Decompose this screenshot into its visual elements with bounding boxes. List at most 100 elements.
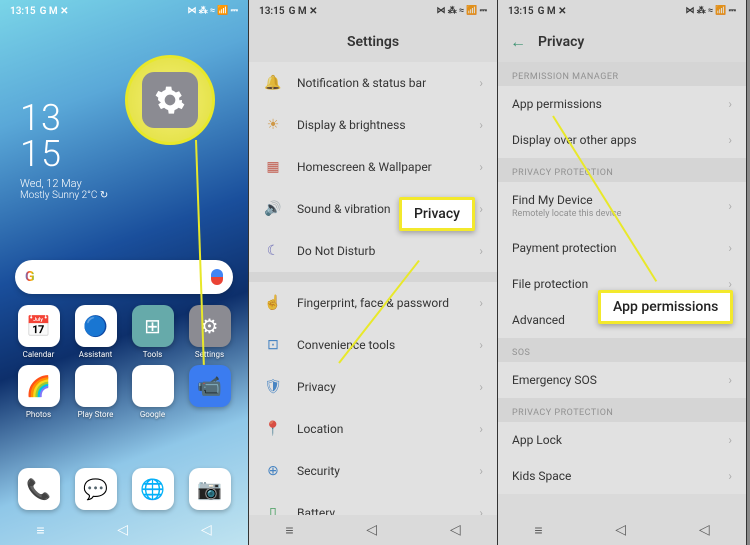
nav-recent-icon[interactable]: ≡ — [285, 522, 293, 539]
privacy-row[interactable]: Emergency SOS › — [498, 362, 746, 398]
app-label: Photos — [26, 410, 51, 419]
app-google[interactable]: G Google — [124, 365, 181, 419]
chevron-right-icon: › — [479, 160, 483, 174]
status-bar: 13:15 G M ✕ ⋈ ⁂ ≈ 📶 ⎓ — [0, 0, 248, 22]
row-label: Fingerprint, face & password — [297, 296, 449, 310]
app-item[interactable]: 📹 — [181, 365, 238, 419]
row-icon: ⊕ — [263, 461, 283, 481]
clock-weather: Mostly Sunny 2°C ↻ — [20, 191, 108, 201]
mic-icon[interactable] — [211, 269, 223, 285]
nav-recent-icon[interactable]: ≡ — [534, 522, 542, 539]
settings-highlight-circle — [125, 55, 215, 145]
row-label: Payment protection — [512, 241, 616, 255]
settings-row[interactable]: ⊡ Convenience tools › — [249, 324, 497, 366]
dock-item[interactable]: 🌐 — [124, 468, 181, 510]
chevron-right-icon: › — [479, 380, 483, 394]
settings-row[interactable]: 🔔 Notification & status bar › — [249, 62, 497, 104]
row-label: Notification & status bar — [297, 76, 426, 90]
chevron-right-icon: › — [479, 464, 483, 478]
settings-list[interactable]: 🔔 Notification & status bar ›☀ Display &… — [249, 62, 497, 515]
section-header: PERMISSION MANAGER — [498, 62, 746, 86]
chevron-right-icon: › — [728, 433, 732, 447]
settings-row[interactable]: 📍 Location › — [249, 408, 497, 450]
privacy-row[interactable]: App permissions › — [498, 86, 746, 122]
back-arrow-icon[interactable]: ← — [510, 32, 526, 52]
app-assistant[interactable]: 🔵 Assistant — [67, 305, 124, 359]
app-settings[interactable]: ⚙ Settings — [181, 305, 238, 359]
chevron-right-icon: › — [728, 199, 732, 213]
settings-row[interactable]: ⊕ Security › — [249, 450, 497, 492]
privacy-header: ← Privacy — [498, 22, 746, 62]
nav-back-icon[interactable]: ◁ — [699, 522, 710, 538]
nav-bar: ≡ ◁ ◁ — [0, 515, 248, 545]
status-icons-left: G M ✕ — [538, 6, 567, 17]
nav-home-icon[interactable]: ◁ — [615, 522, 626, 538]
privacy-row[interactable]: Payment protection › — [498, 230, 746, 266]
row-label: Location — [297, 422, 343, 436]
row-label: Emergency SOS — [512, 373, 597, 387]
app-label: Assistant — [79, 350, 113, 359]
app-tools[interactable]: ⊞ Tools — [124, 305, 181, 359]
dock-item[interactable]: 📷 — [181, 468, 238, 510]
privacy-row[interactable]: App Lock › — [498, 422, 746, 458]
settings-row[interactable]: ▯ Battery › — [249, 492, 497, 515]
settings-row[interactable]: ☾ Do Not Disturb › — [249, 230, 497, 272]
section-header: PRIVACY PROTECTION — [498, 398, 746, 422]
row-icon: 🔔 — [263, 73, 283, 93]
app-permissions-highlight-label: App permissions — [613, 299, 718, 315]
privacy-title: Privacy — [538, 34, 584, 50]
app-photos[interactable]: 🌈 Photos — [10, 365, 67, 419]
settings-row[interactable]: 🛡 Privacy › — [249, 366, 497, 408]
app-play store[interactable]: ▶ Play Store — [67, 365, 124, 419]
nav-recent-icon[interactable]: ≡ — [36, 522, 44, 539]
nav-home-icon[interactable]: ◁ — [366, 522, 377, 538]
nav-back-icon[interactable]: ◁ — [450, 522, 461, 538]
settings-row[interactable]: ▦ Homescreen & Wallpaper › — [249, 146, 497, 188]
chevron-right-icon: › — [728, 277, 732, 291]
app-label: Calendar — [23, 350, 55, 359]
row-icon: 🛡 — [263, 377, 283, 397]
status-icons-right: ⋈ ⁂ ≈ 📶 ⎓ — [436, 6, 487, 16]
clock-hour: 13 — [20, 100, 108, 136]
nav-home-icon[interactable]: ◁ — [117, 522, 128, 538]
settings-title: Settings — [347, 34, 399, 50]
chevron-right-icon: › — [479, 244, 483, 258]
row-label: Display & brightness — [297, 118, 406, 132]
row-label: Security — [297, 464, 340, 478]
nav-back-icon[interactable]: ◁ — [201, 522, 212, 538]
privacy-row[interactable]: Display over other apps › — [498, 122, 746, 158]
status-icons-left: G M ✕ — [289, 6, 318, 17]
privacy-row[interactable]: Find My DeviceRemotely locate this devic… — [498, 182, 746, 230]
app-tile: ⊞ — [132, 305, 174, 347]
google-logo-icon: G — [25, 269, 35, 285]
row-label: Kids Space — [512, 469, 571, 483]
row-label: Homescreen & Wallpaper — [297, 160, 432, 174]
app-label: Play Store — [78, 410, 114, 419]
dock: 📞💬🌐📷 — [10, 468, 238, 510]
status-time: 13:15 — [259, 6, 285, 17]
app-tile: ▶ — [75, 365, 117, 407]
chevron-right-icon: › — [479, 118, 483, 132]
app-label: Tools — [143, 350, 163, 359]
app-tile: 🔵 — [75, 305, 117, 347]
dock-item[interactable]: 📞 — [10, 468, 67, 510]
nav-bar: ≡ ◁ ◁ — [249, 515, 497, 545]
section-header: PRIVACY PROTECTION — [498, 158, 746, 182]
row-label: Convenience tools — [297, 338, 395, 352]
app-calendar[interactable]: 📅 Calendar — [10, 305, 67, 359]
settings-row[interactable]: ☀ Display & brightness › — [249, 104, 497, 146]
row-label: Privacy — [297, 380, 336, 394]
row-icon: 📍 — [263, 419, 283, 439]
row-icon: ▯ — [263, 503, 283, 515]
clock-widget[interactable]: 13 15 Wed, 12 May Mostly Sunny 2°C ↻ — [20, 100, 108, 201]
privacy-list[interactable]: PERMISSION MANAGERApp permissions ›Displ… — [498, 62, 746, 515]
status-icons-left: G M ✕ — [40, 6, 69, 17]
app-tile: 🌈 — [18, 365, 60, 407]
dock-item[interactable]: 💬 — [67, 468, 124, 510]
privacy-row[interactable]: Kids Space › — [498, 458, 746, 494]
app-label: Google — [140, 410, 165, 419]
status-bar: 13:15 G M ✕ ⋈ ⁂ ≈ 📶 ⎓ — [498, 0, 746, 22]
chevron-right-icon: › — [728, 469, 732, 483]
row-label: Battery — [297, 506, 335, 515]
app-tile: 📅 — [18, 305, 60, 347]
